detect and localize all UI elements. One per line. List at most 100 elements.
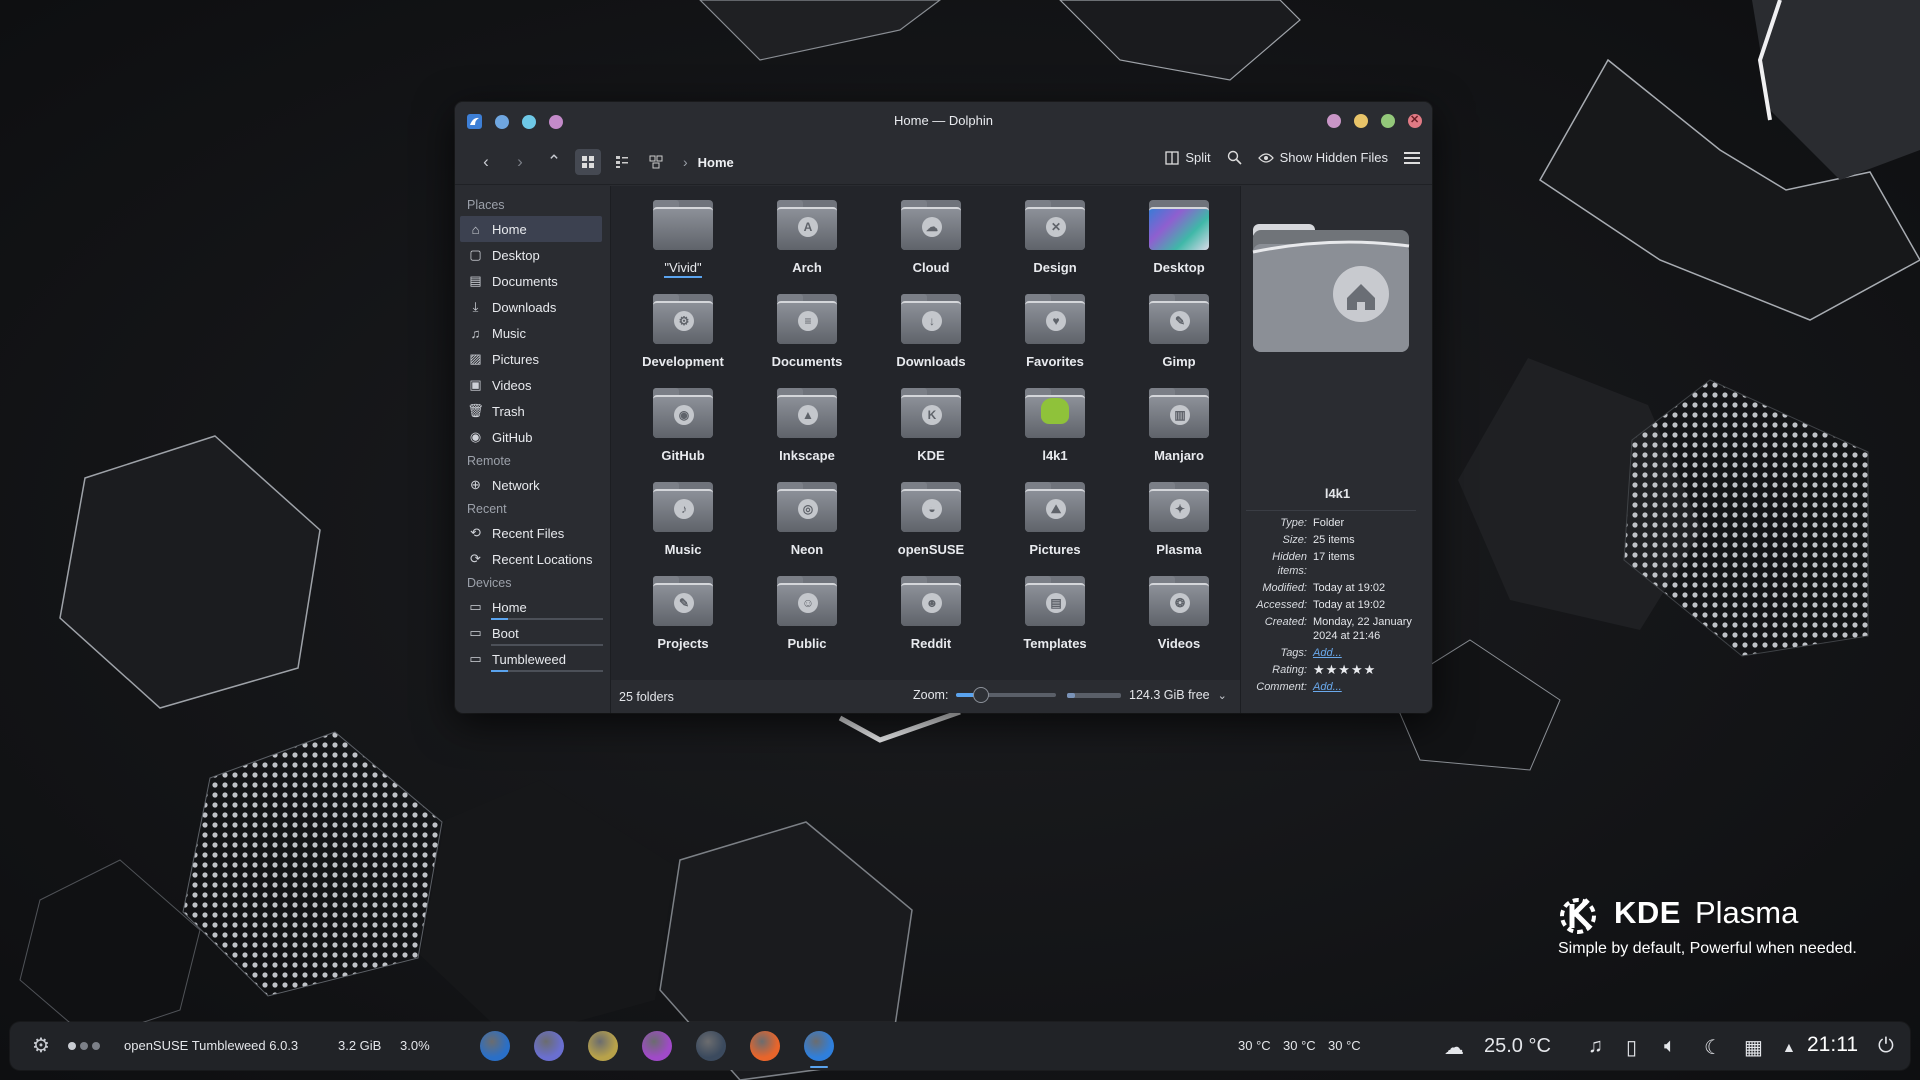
hamburger-menu-button[interactable] [1404, 151, 1420, 165]
free-space-bar-fill [1067, 692, 1076, 698]
sidebar-item-downloads[interactable]: ⤓ Downloads [455, 294, 608, 320]
folder-icon: ☺ [777, 576, 837, 626]
sidebar-item-music[interactable]: ♫ Music [455, 320, 608, 346]
folder-item[interactable]: ↓ Downloads [869, 292, 993, 386]
clipboard-icon[interactable]: ▯ [1626, 1035, 1637, 1060]
rating-stars[interactable]: ★★★★★ [1313, 663, 1423, 677]
firefox-task-icon[interactable] [750, 1031, 780, 1061]
tray-expand-icon[interactable]: ▲ [1782, 1039, 1796, 1055]
sidebar-item-recent-locations[interactable]: ⟳ Recent Locations [455, 546, 608, 572]
folder-item[interactable]: ♥ Favorites [993, 292, 1117, 386]
title-bar[interactable]: Home — Dolphin [455, 102, 1432, 140]
comment-add-link[interactable]: Add... [1313, 680, 1423, 694]
status-bar: 25 folders Zoom: 124.3 GiB free ⌄ [610, 680, 1241, 713]
plasma-panel: ⚙ openSUSE Tumbleweed 6.0.3 3.2 GiB 3.0%… [10, 1022, 1910, 1070]
zoom-slider-handle[interactable] [973, 687, 990, 703]
places-panel: Places ⌂ Home ▢ Desktop ▤ Documents ⤓ Downloads ♫… [455, 186, 608, 713]
folder-item[interactable]: ▤ Templates [993, 574, 1117, 668]
tags-add-link[interactable]: Add... [1313, 646, 1423, 660]
folder-item[interactable]: ♪ Music [621, 480, 745, 574]
folder-icon: ✦ [1149, 482, 1209, 532]
folder-item[interactable]: l4k1 [993, 386, 1117, 480]
folder-item[interactable]: ≡ Documents [745, 292, 869, 386]
drive-icon: ▭ [469, 599, 482, 614]
virtual-desktop-pager[interactable] [68, 1042, 100, 1050]
network-tray-icon[interactable]: ▦ [1744, 1035, 1763, 1060]
weather-icon[interactable]: ☁ [1444, 1035, 1464, 1060]
show-hidden-files-button[interactable]: Show Hidden Files [1257, 150, 1388, 165]
breadcrumb-home[interactable]: Home [698, 155, 734, 170]
folder-item[interactable]: ❂ Videos [1117, 574, 1241, 668]
details-view-button[interactable] [643, 149, 669, 175]
drive-icon: ▭ [469, 625, 482, 640]
folder-item[interactable]: ◉ GitHub [621, 386, 745, 480]
app-3-task-icon[interactable] [588, 1031, 618, 1061]
folder-icon [653, 200, 713, 250]
folder-item[interactable]: "Vivid" [621, 198, 745, 292]
folder-item[interactable]: ☁ Cloud [869, 198, 993, 292]
search-button[interactable] [1227, 150, 1242, 165]
sidebar-item-recent-files[interactable]: ⟲ Recent Files [455, 520, 608, 546]
folder-item[interactable]: ▲ Inkscape [745, 386, 869, 480]
app-2-task-icon[interactable] [534, 1031, 564, 1061]
folder-item[interactable]: ✎ Projects [621, 574, 745, 668]
downloads-icon: ⤓ [472, 299, 479, 314]
folder-item[interactable]: A Arch [745, 198, 869, 292]
app-1-task-icon[interactable] [480, 1031, 510, 1061]
sidebar-item-home[interactable]: ▭ Home [455, 594, 608, 620]
application-launcher-icon[interactable]: ⚙ [28, 1033, 54, 1059]
app-4-task-icon[interactable] [642, 1031, 672, 1061]
folder-item[interactable]: ☻ Reddit [869, 574, 993, 668]
icons-view-button[interactable] [575, 149, 601, 175]
metadata-key: Type: [1280, 517, 1307, 529]
metadata-row: Created: Monday, 22 January 2024 at 21:46 [1243, 615, 1432, 643]
metadata-key: Modified: [1262, 582, 1307, 594]
folder-item[interactable]: K KDE [869, 386, 993, 480]
chevron-down-icon[interactable]: ⌄ [1218, 689, 1227, 702]
sidebar-item-videos[interactable]: ▣ Videos [455, 372, 608, 398]
folder-item[interactable]: ✦ Plasma [1117, 480, 1241, 574]
dolphin-task-icon[interactable] [804, 1031, 834, 1068]
up-icon[interactable]: ⌃ [541, 149, 567, 175]
folder-item[interactable]: Desktop [1117, 198, 1241, 292]
digital-clock[interactable]: 21:11 [1807, 1033, 1858, 1057]
compact-view-button[interactable] [609, 149, 635, 175]
folder-item[interactable]: ◎ Neon [745, 480, 869, 574]
folder-item[interactable]: ✎ Gimp [1117, 292, 1241, 386]
back-icon[interactable]: ‹ [473, 149, 499, 175]
weather-temperature[interactable]: 25.0 °C [1484, 1035, 1551, 1058]
maximize-button[interactable] [1381, 114, 1395, 128]
minimize-button[interactable] [1354, 114, 1368, 128]
sidebar-item-github[interactable]: ◉ GitHub [455, 424, 608, 450]
sidebar-item-network[interactable]: ⊕ Network [455, 472, 608, 498]
folder-item[interactable]: ✕ Design [993, 198, 1117, 292]
zoom-slider[interactable] [956, 687, 1057, 703]
sidebar-item-boot[interactable]: ▭ Boot [455, 620, 608, 646]
folder-icon [1149, 200, 1209, 250]
help-button[interactable] [1327, 114, 1341, 128]
close-button[interactable] [1408, 113, 1422, 128]
folder-name: Development [642, 354, 724, 369]
forward-icon[interactable]: › [507, 149, 533, 175]
sidebar-item-home[interactable]: ⌂ Home [460, 216, 602, 242]
split-button[interactable]: Split [1165, 150, 1211, 165]
trash-icon: 🗑︎ [467, 403, 484, 418]
sidebar-item-documents[interactable]: ▤ Documents [455, 268, 608, 294]
folder-item[interactable]: ⚙ Development [621, 292, 745, 386]
folder-item[interactable]: ☺ Public [745, 574, 869, 668]
power-icon[interactable]: ⏻ [1878, 1035, 1894, 1058]
sidebar-item-tumbleweed[interactable]: ▭ Tumbleweed [455, 646, 608, 672]
night-light-icon[interactable]: ☾ [1704, 1035, 1722, 1060]
app-5-task-icon[interactable] [696, 1031, 726, 1061]
sidebar-item-pictures[interactable]: ▨ Pictures [455, 346, 608, 372]
folder-item[interactable]: ⛰ Pictures [993, 480, 1117, 574]
free-space-indicator[interactable]: 124.3 GiB free ⌄ [1067, 688, 1227, 702]
file-view[interactable]: "Vivid" A Arch ☁ Cloud ✕ Design Desktop ⚙ Develop… [610, 186, 1241, 680]
sidebar-item-desktop[interactable]: ▢ Desktop [455, 242, 608, 268]
volume-icon[interactable]: 🔈︎ [1664, 1035, 1676, 1058]
sidebar-item-trash[interactable]: 🗑︎ Trash [455, 398, 608, 424]
folder-item[interactable]: ◒ openSUSE [869, 480, 993, 574]
folder-item[interactable]: ▥ Manjaro [1117, 386, 1241, 480]
window-title: Home — Dolphin [894, 113, 993, 128]
media-player-icon[interactable]: ♫ [1588, 1035, 1603, 1058]
